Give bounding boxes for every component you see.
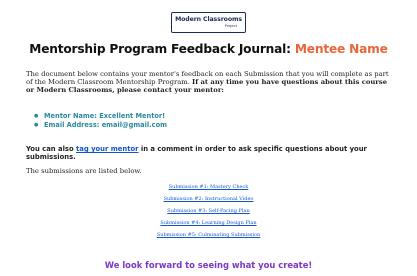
submission-link-5[interactable]: Submission #5: Culminating Submission [0,233,417,245]
title-main: Mentorship Program Feedback Journal: [29,42,295,56]
tag-mentor-paragraph: You can also tag your mentor in a commen… [26,145,396,161]
logo-container: Modern Classrooms Project [0,12,417,33]
modern-classrooms-logo: Modern Classrooms Project [171,12,246,33]
page-title: Mentorship Program Feedback Journal: Men… [0,42,417,56]
mentee-name: Mentee Name [294,42,388,56]
submission-links: Submission #1: Mastery Check Submission … [0,185,417,245]
tag-before: You can also [26,145,76,153]
logo-line-2: Project [224,23,237,28]
closing-message: We look forward to seeing what you creat… [104,260,313,270]
mentor-name-item: Mentor Name: Excellent Mentor! [34,112,167,121]
submissions-intro: The submissions are listed below. [26,167,142,175]
tag-mentor-link[interactable]: tag your mentor [76,145,139,153]
logo-line-1: Modern Classrooms [175,15,242,23]
mentor-email-item: Email Address: email@gmail.com [34,121,167,130]
intro-paragraph: The document below contains your mentor'… [26,70,396,94]
mentor-contact-list: Mentor Name: Excellent Mentor! Email Add… [34,112,167,130]
